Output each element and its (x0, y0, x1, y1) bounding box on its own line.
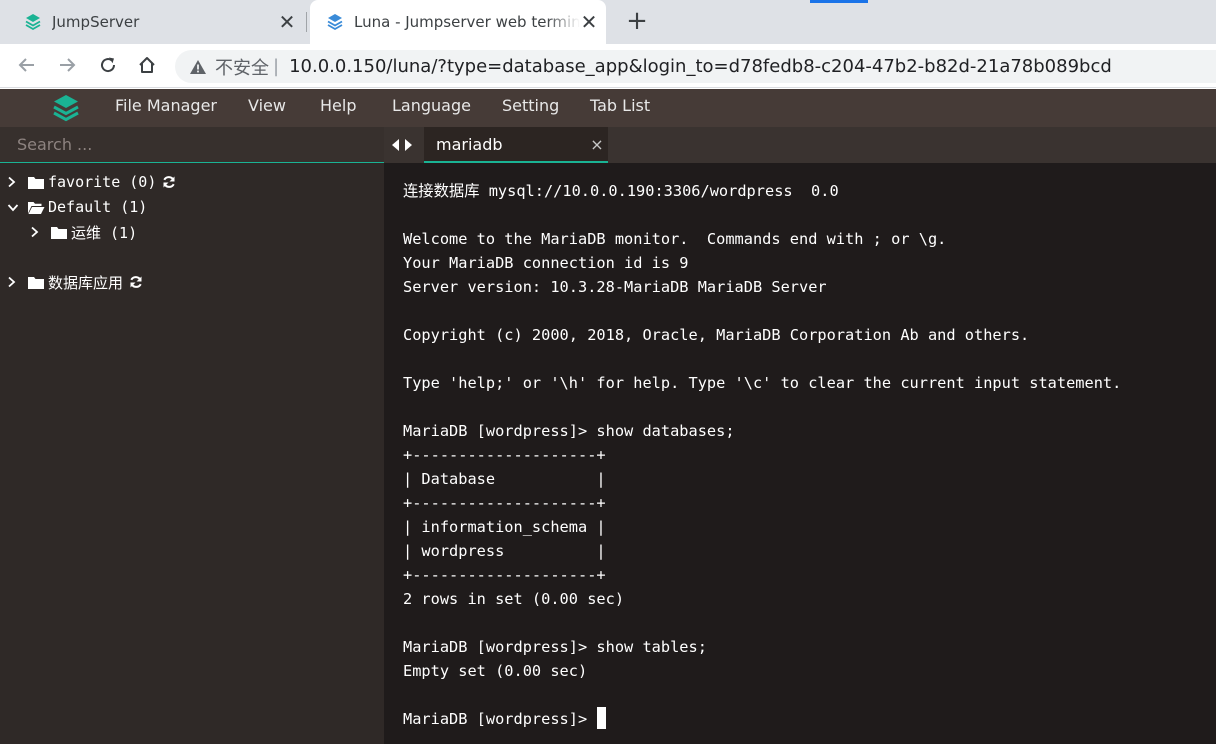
terminal-line: | information_schema | (403, 518, 606, 536)
chevron-right-icon[interactable] (7, 175, 27, 189)
refresh-icon[interactable] (129, 275, 143, 289)
terminal-line: 2 rows in set (0.00 sec) (403, 590, 625, 608)
terminal-screen[interactable]: 连接数据库 mysql://10.0.0.190:3306/wordpress … (384, 163, 1216, 744)
terminal-line: +--------------------+ (403, 446, 606, 464)
session-tab-mariadb[interactable]: mariadb × (424, 127, 608, 163)
terminal-prompt: MariaDB [wordpress]> (403, 710, 597, 728)
menu-help[interactable]: Help (320, 89, 356, 127)
terminal-line: 连接数据库 mysql://10.0.0.190:3306/wordpress … (403, 182, 839, 200)
close-session-icon[interactable]: × (586, 135, 608, 154)
tree-node-database-apps[interactable]: 数据库应用 (7, 271, 143, 293)
tree-search-input[interactable] (0, 127, 384, 161)
menu-language[interactable]: Language (392, 89, 471, 127)
luna-favicon-icon (327, 14, 343, 31)
tab-strip-accent-line (810, 0, 868, 3)
browser-tab-jumpserver[interactable]: JumpServer ✕ (24, 0, 302, 44)
new-tab-button[interactable]: + (623, 7, 651, 35)
terminal-line: Type 'help;' or '\h' for help. Type '\c'… (403, 374, 1122, 392)
caret-right-icon[interactable] (402, 137, 414, 153)
home-button[interactable] (133, 51, 161, 79)
folder-icon (28, 276, 44, 289)
folder-icon (51, 226, 67, 239)
session-tab-label: mariadb (436, 134, 503, 154)
close-tab-icon[interactable]: ✕ (278, 10, 296, 34)
chevron-down-icon[interactable] (7, 200, 27, 214)
reload-icon (101, 57, 116, 73)
tab-scroll-arrows (390, 137, 416, 153)
insecure-label: 不安全 (215, 57, 269, 79)
terminal-line: | Database | (403, 470, 606, 488)
terminal-line: Welcome to the MariaDB monitor. Commands… (403, 230, 947, 248)
tree-node-label: 数据库应用 (48, 273, 124, 292)
menu-tab-list[interactable]: Tab List (590, 89, 650, 127)
tree-node-favorite[interactable]: favorite (0) (7, 171, 176, 193)
home-icon (139, 57, 155, 73)
terminal-line: Server version: 10.3.28-MariaDB MariaDB … (403, 278, 827, 296)
arrow-right-icon (60, 58, 76, 72)
chevron-right-icon[interactable] (7, 275, 27, 289)
luna-menu-bar: File Manager View Help Language Setting … (0, 89, 1216, 127)
warning-triangle-icon (190, 59, 206, 74)
terminal-line: +--------------------+ (403, 494, 606, 512)
tree-search-box (0, 127, 384, 163)
close-tab-icon[interactable]: ✕ (580, 10, 598, 34)
browser-tab-strip: JumpServer ✕ Luna - Jumpserver web termi… (0, 0, 1216, 44)
browser-tab-title: JumpServer (52, 13, 140, 31)
caret-left-icon[interactable] (390, 137, 402, 153)
terminal-line: MariaDB [wordpress]> show databases; (403, 422, 735, 440)
terminal-line: Copyright (c) 2000, 2018, Oracle, MariaD… (403, 326, 1030, 344)
terminal-prompt-line: MariaDB [wordpress]> (403, 707, 1216, 731)
menu-view[interactable]: View (248, 89, 286, 127)
address-separator: | (273, 56, 280, 77)
menu-setting[interactable]: Setting (502, 89, 559, 127)
tab-separator (306, 12, 307, 32)
browser-toolbar: 不安全 | 10.0.0.150/luna/?type=database_app… (0, 44, 1216, 88)
terminal-line: Your MariaDB connection id is 9 (403, 254, 689, 272)
refresh-icon[interactable] (162, 175, 176, 189)
session-tab-bar: mariadb × (384, 127, 1216, 163)
terminal-line: | wordpress | (403, 542, 606, 560)
tree-node-yunwei[interactable]: 运维 (1) (30, 221, 137, 243)
tree-node-label: Default (1) (48, 198, 148, 216)
back-button[interactable] (13, 51, 41, 79)
jumpserver-logo-icon (53, 95, 79, 122)
jumpserver-favicon-icon (25, 14, 41, 31)
tree-node-label: 运维 (1) (71, 223, 138, 242)
url-text: 10.0.0.150/luna/?type=database_app&login… (289, 56, 1112, 77)
terminal-cursor (597, 707, 607, 729)
reload-button[interactable] (94, 51, 122, 79)
terminal-output: 连接数据库 mysql://10.0.0.190:3306/wordpress … (403, 179, 1216, 731)
folder-icon (28, 176, 44, 189)
chevron-right-icon[interactable] (30, 225, 50, 239)
address-bar[interactable]: 不安全 | 10.0.0.150/luna/?type=database_app… (175, 50, 1216, 83)
terminal-line: +--------------------+ (403, 566, 606, 584)
asset-tree-panel: favorite (0) Default (1) 运维 (1) (0, 127, 384, 744)
arrow-left-icon (18, 58, 34, 72)
terminal-line: MariaDB [wordpress]> show tables; (403, 638, 707, 656)
folder-open-icon (28, 201, 45, 214)
browser-tab-title: Luna - Jumpserver web terminal (354, 13, 580, 31)
browser-tab-luna[interactable]: Luna - Jumpserver web terminal ✕ (310, 0, 606, 44)
forward-button[interactable] (53, 51, 81, 79)
tree-node-default[interactable]: Default (1) (7, 196, 147, 218)
tree-node-label: favorite (0) (48, 173, 157, 191)
terminal-line: Empty set (0.00 sec) (403, 662, 588, 680)
menu-file-manager[interactable]: File Manager (115, 89, 217, 127)
